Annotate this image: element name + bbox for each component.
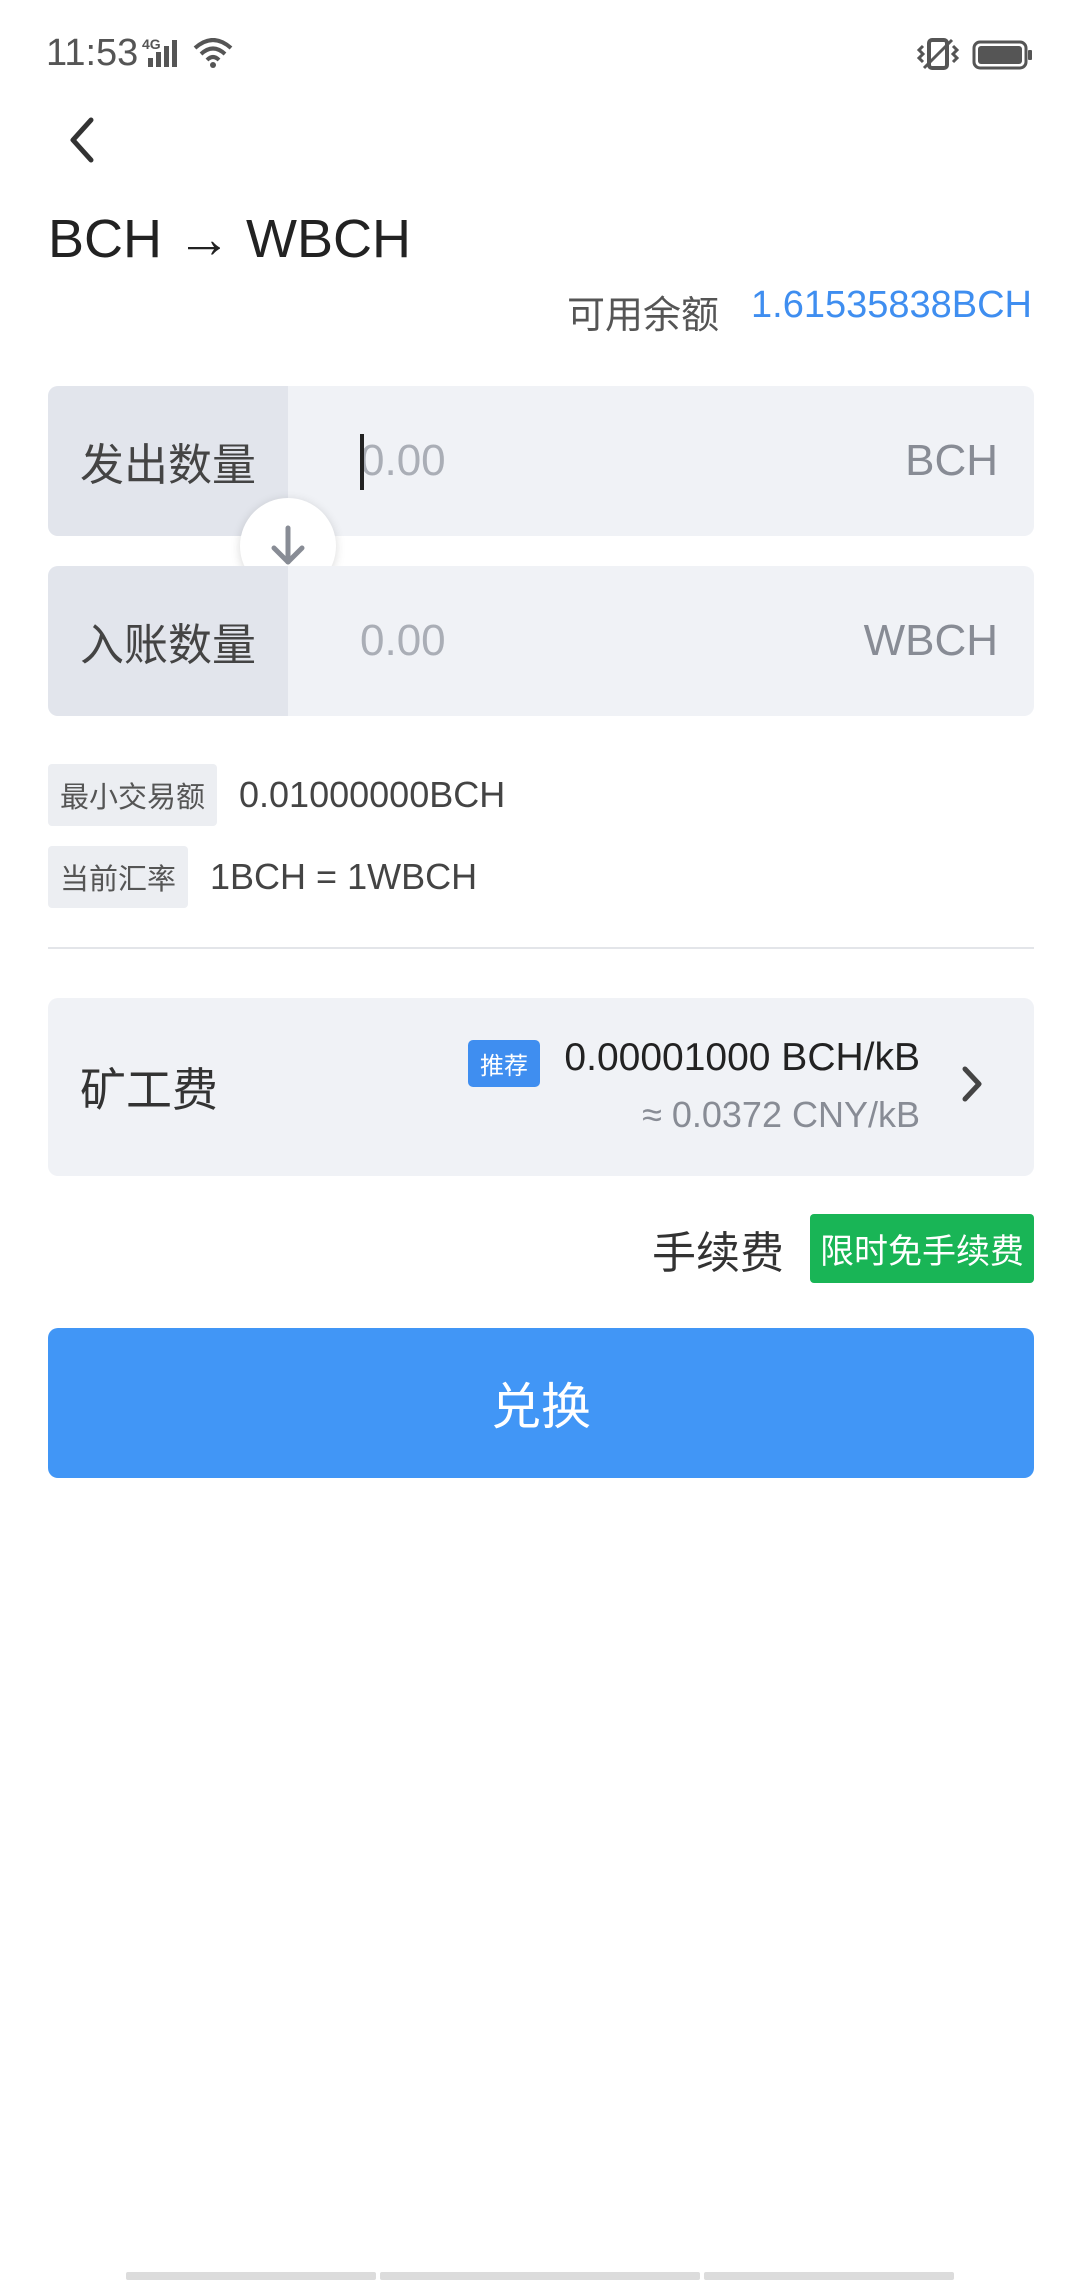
send-unit: BCH [905,436,998,485]
service-fee-row: 手续费 限时免手续费 [652,1214,1034,1283]
balance-value: 1.61535838BCH [751,284,1032,326]
receive-amount-box: 入账数量 0.00 WBCH [48,566,1034,716]
exchange-button[interactable]: 兑换 [48,1328,1034,1478]
send-amount-input[interactable] [360,386,760,536]
free-fee-badge: 限时免手续费 [810,1214,1034,1283]
chevron-right-icon [962,1066,982,1102]
send-amount-box: 发出数量 BCH [48,386,1034,536]
nav-bar-segment [704,2272,954,2280]
balance-label: 可用余额 [566,295,719,337]
signal-icon [148,40,177,67]
chevron-left-icon [70,117,94,163]
miner-fee-approx: ≈ 0.0372 CNY/kB [642,1094,920,1135]
miner-fee-value: 0.00001000 BCH/kB [564,1036,920,1079]
exchange-rate-value: 1BCH = 1WBCH [210,856,478,897]
page-title: BCH → WBCH [48,209,411,269]
service-fee-label: 手续费 [652,1228,784,1278]
min-trade-row: 最小交易额 0.01000000BCH [48,764,505,826]
exchange-rate-tag: 当前汇率 [48,846,189,908]
nav-bar-segment [126,2272,376,2280]
vibrate-icon [916,38,960,70]
receive-amount-value: 0.00 [360,616,446,665]
available-balance: 可用余额 1.61535838BCH [567,284,1032,339]
miner-fee-card[interactable]: 矿工费 推荐 0.00001000 BCH/kB ≈ 0.0372 CNY/kB [48,998,1034,1176]
recommend-badge: 推荐 [468,1040,540,1087]
divider [48,947,1034,949]
min-trade-tag: 最小交易额 [48,764,218,826]
nav-bar-segment [380,2272,700,2280]
receive-unit: WBCH [863,616,998,665]
miner-fee-label: 矿工费 [80,1064,218,1116]
status-bar: 11:53 4G [0,0,1080,110]
min-trade-value: 0.01000000BCH [239,774,506,815]
status-time: 11:53 [46,32,139,74]
text-caret [360,434,364,490]
back-button[interactable] [52,110,112,170]
battery-icon [972,40,1032,70]
arrow-down-icon [271,525,305,565]
receive-amount-label: 入账数量 [48,566,288,716]
wifi-icon [193,38,233,68]
exchange-rate-row: 当前汇率 1BCH = 1WBCH [48,846,477,908]
